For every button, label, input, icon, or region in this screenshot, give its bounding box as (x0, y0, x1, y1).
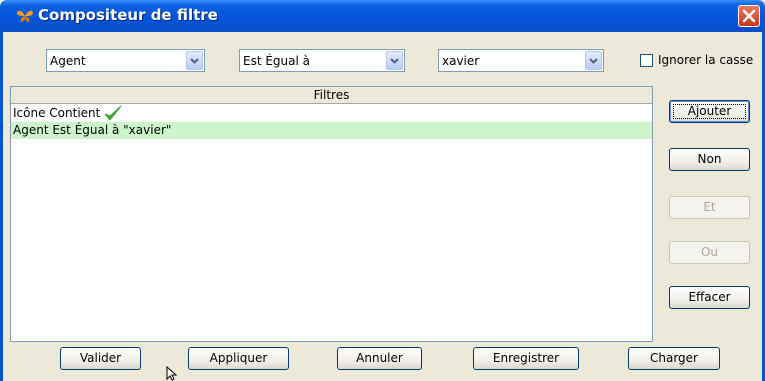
close-icon (742, 9, 756, 23)
field-select-dropdown-button[interactable] (186, 51, 203, 70)
or-button-label: Ou (700, 245, 719, 259)
filter-row[interactable]: Icône Contient (11, 105, 652, 122)
butterfly-icon (17, 10, 33, 22)
value-select[interactable]: xavier (438, 49, 604, 72)
clear-button-label: Effacer (688, 290, 731, 304)
load-button-label: Charger (650, 351, 698, 365)
chevron-down-icon (390, 58, 399, 64)
value-select-dropdown-button[interactable] (585, 51, 602, 70)
apply-button-label: Appliquer (209, 351, 268, 365)
and-button-label: Et (703, 200, 716, 214)
close-button[interactable] (738, 5, 760, 27)
window-title: Compositeur de filtre (38, 6, 218, 24)
not-button[interactable]: Non (669, 148, 750, 171)
add-button[interactable]: Ajouter (669, 100, 750, 123)
or-button[interactable]: Ou (669, 241, 750, 264)
field-select-value: Agent (50, 54, 86, 68)
cancel-button-label: Annuler (356, 351, 403, 365)
operator-select[interactable]: Est Égual à (239, 49, 405, 72)
save-button[interactable]: Enregistrer (473, 347, 579, 370)
clear-button[interactable]: Effacer (669, 286, 750, 309)
ignore-case-checkbox[interactable] (640, 54, 653, 67)
validate-button[interactable]: Valider (60, 347, 141, 370)
filters-list[interactable]: Filtres Icône Contient Agent Est Égual à… (10, 86, 653, 342)
operator-select-value: Est Égual à (243, 54, 311, 68)
filter-row-text: Icône Contient (13, 106, 101, 120)
load-button[interactable]: Charger (628, 347, 720, 370)
value-select-value: xavier (442, 54, 480, 68)
validate-button-label: Valider (79, 351, 122, 365)
green-check-icon (103, 105, 123, 122)
ignore-case-label[interactable]: Ignorer la casse (658, 53, 753, 67)
mouse-cursor-icon (166, 366, 178, 381)
filters-header: Filtres (11, 87, 652, 104)
and-button[interactable]: Et (669, 196, 750, 219)
operator-select-dropdown-button[interactable] (386, 51, 403, 70)
not-button-label: Non (697, 152, 722, 166)
filter-row-text: Agent Est Égual à "xavier" (13, 123, 172, 137)
filter-row-selected[interactable]: Agent Est Égual à "xavier" (11, 122, 652, 139)
title-bar[interactable]: Compositeur de filtre (0, 0, 765, 32)
apply-button[interactable]: Appliquer (188, 347, 289, 370)
field-select[interactable]: Agent (46, 49, 205, 72)
cancel-button[interactable]: Annuler (337, 347, 422, 370)
save-button-label: Enregistrer (492, 351, 560, 365)
add-button-label: Ajouter (687, 104, 732, 118)
chevron-down-icon (589, 58, 598, 64)
chevron-down-icon (190, 58, 199, 64)
